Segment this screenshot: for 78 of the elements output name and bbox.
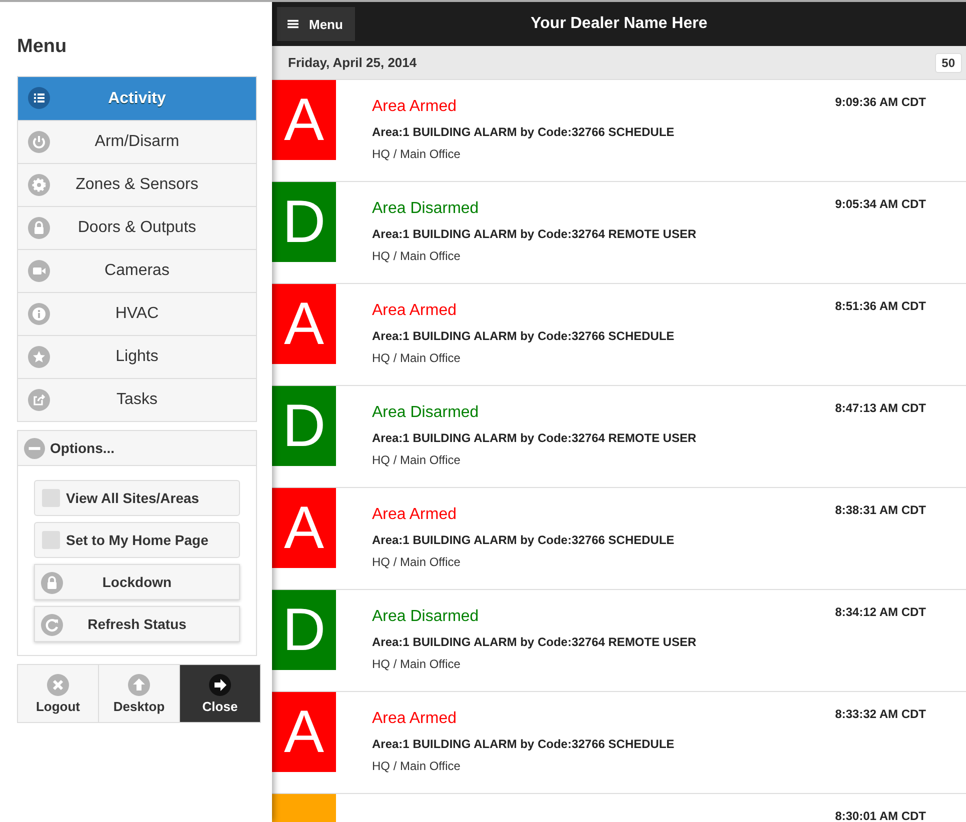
checkbox[interactable]: [42, 531, 60, 549]
event-time: 8:30:01 AM CDT: [835, 808, 927, 822]
event-letter-badge: D: [272, 386, 336, 466]
list-icon: [28, 87, 50, 109]
event-detail: Area:1 BUILDING ALARM by Code:32766 SCHEDULE: [372, 125, 676, 139]
menu-item[interactable]: HVAC: [18, 292, 256, 335]
footer-button[interactable]: Logout: [18, 665, 98, 722]
event-time: 8:51:36 AM CDT: [835, 298, 927, 315]
event-detail: Area:1 BUILDING ALARM by Code:32766 SCHEDULE: [372, 329, 676, 343]
event-detail: Area:1 BUILDING ALARM by Code:32766 SCHEDULE: [372, 737, 676, 751]
menu-button[interactable]: Menu: [277, 7, 355, 41]
event-location: HQ / Main Office: [372, 453, 462, 467]
minus-icon: [24, 438, 45, 458]
event-row[interactable]: A Area Armed Area:1 BUILDING ALARM by Code:32766 SCHEDULE HQ / Main Office 8:33:32 AM CDT: [272, 692, 966, 794]
event-letter-badge: A: [272, 284, 336, 364]
event-location: HQ / Main Office: [372, 351, 462, 365]
event-time: 8:33:32 AM CDT: [835, 706, 927, 723]
event-row[interactable]: D Area Disarmed Area:1 BUILDING ALARM by Code:32764 REMOTE USER HQ / Main Office 8:47:13 AM CDT: [272, 386, 966, 488]
camera-icon: [28, 260, 50, 282]
option-button[interactable]: Refresh Status: [34, 606, 240, 642]
checkbox[interactable]: [42, 489, 60, 507]
event-letter-badge: D: [272, 590, 336, 670]
event-location: HQ / Main Office: [372, 759, 462, 773]
event-title: Area Armed: [372, 302, 458, 320]
event-detail: Area:1 BUILDING ALARM by Code:32764 REMOTE USER: [372, 635, 698, 649]
refresh-icon: [41, 614, 63, 636]
option-button[interactable]: Lockdown: [34, 564, 240, 600]
event-title: Area Disarmed: [372, 404, 480, 422]
event-time: 8:38:31 AM CDT: [835, 502, 927, 519]
menu-item[interactable]: Cameras: [18, 249, 256, 292]
event-row[interactable]: A Area Armed Area:1 BUILDING ALARM by Code:32766 SCHEDULE HQ / Main Office 9:09:36 AM CDT: [272, 80, 966, 182]
event-letter-badge: A: [272, 692, 336, 772]
event-time: 9:05:34 AM CDT: [835, 196, 927, 213]
event-title: Area Armed: [372, 506, 458, 524]
event-letter-badge: D: [272, 182, 336, 262]
info-icon: [28, 303, 50, 325]
event-time: 9:09:36 AM CDT: [835, 94, 927, 111]
event-detail: Area:1 BUILDING ALARM by Code:32764 REMOTE USER: [372, 431, 698, 445]
options-header[interactable]: Options...: [18, 431, 256, 466]
count-badge: 50: [934, 52, 962, 72]
event-detail: Area:1 BUILDING ALARM by Code:32764 REMOTE USER: [372, 227, 698, 241]
event-title: Area Disarmed: [372, 200, 480, 218]
event-title: Area Armed: [372, 710, 458, 728]
lock-icon: [41, 572, 63, 594]
power-icon: [28, 131, 50, 153]
checkbox-option[interactable]: Set to My Home Page: [34, 522, 240, 558]
gear-icon: [28, 174, 50, 196]
menu-heading: Menu: [17, 36, 68, 58]
event-time: 8:47:13 AM CDT: [835, 400, 927, 417]
event-letter-badge: A: [272, 488, 336, 568]
event-title: Area Disarmed: [372, 608, 480, 626]
menu-item[interactable]: Lights: [18, 335, 256, 378]
event-location: HQ / Main Office: [372, 555, 462, 569]
lock-icon: [28, 217, 50, 239]
close-circle-icon: [47, 674, 69, 696]
event-time: 8:34:12 AM CDT: [835, 604, 927, 621]
date-heading: Friday, April 25, 2014: [288, 55, 417, 70]
event-location: HQ / Main Office: [372, 249, 462, 263]
share-icon: [28, 389, 50, 411]
event-location: HQ / Main Office: [372, 657, 462, 671]
dealer-title: Your Dealer Name Here: [530, 15, 708, 33]
event-row[interactable]: D Area Disarmed Area:1 BUILDING ALARM by Code:32764 REMOTE USER HQ / Main Office 9:05:34 AM CDT: [272, 182, 966, 284]
footer-button[interactable]: Desktop: [98, 665, 179, 722]
event-location: HQ / Main Office: [372, 147, 462, 161]
event-row[interactable]: 8:30:01 AM CDT: [272, 794, 966, 822]
menu-item[interactable]: Arm/Disarm: [18, 120, 256, 163]
event-letter-badge: A: [272, 80, 336, 160]
menu-item[interactable]: Tasks: [18, 378, 256, 421]
footer-button[interactable]: Close: [179, 665, 260, 722]
menu-item[interactable]: Activity: [18, 77, 256, 120]
menu-item[interactable]: Doors & Outputs: [18, 206, 256, 249]
event-row[interactable]: A Area Armed Area:1 BUILDING ALARM by Code:32766 SCHEDULE HQ / Main Office 8:38:31 AM CDT: [272, 488, 966, 590]
event-detail: Area:1 BUILDING ALARM by Code:32766 SCHEDULE: [372, 533, 676, 547]
event-title: Area Armed: [372, 98, 458, 116]
event-row[interactable]: D Area Disarmed Area:1 BUILDING ALARM by Code:32764 REMOTE USER HQ / Main Office 8:34:12 AM CDT: [272, 590, 966, 692]
checkbox-option[interactable]: View All Sites/Areas: [34, 480, 240, 516]
menu-item[interactable]: Zones & Sensors: [18, 163, 256, 206]
event-row[interactable]: A Area Armed Area:1 BUILDING ALARM by Code:32766 SCHEDULE HQ / Main Office 8:51:36 AM CDT: [272, 284, 966, 386]
